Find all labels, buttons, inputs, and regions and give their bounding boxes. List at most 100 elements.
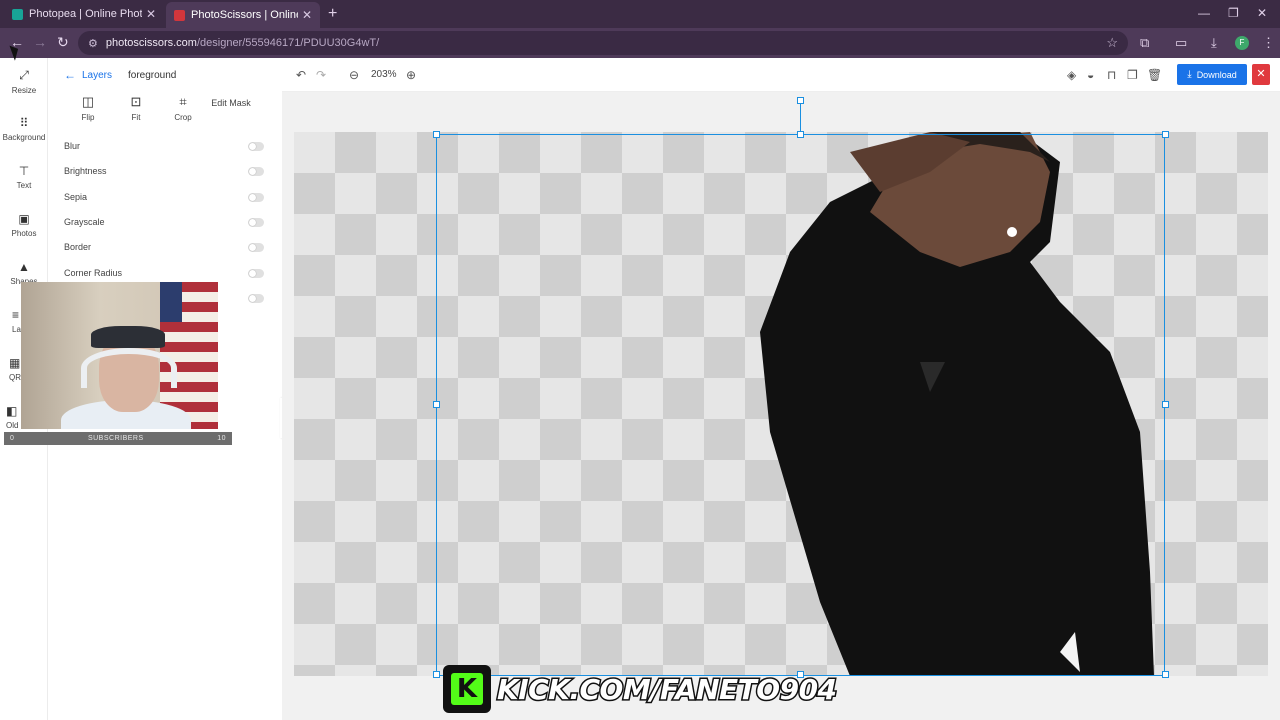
browser-chrome: Photopea | Online Photo Editor ✕ PhotoSc… [0,0,1280,58]
rotation-stem [800,100,801,134]
forward-icon[interactable]: → [33,34,47,50]
filter-corner-radius[interactable]: Corner Radius [64,263,264,283]
resize-icon: ⤢ [19,68,29,82]
restore-icon[interactable]: ❐ [1228,6,1239,20]
layers-label: Layers [82,69,113,81]
image-icon: ▣ [18,212,30,226]
crop-button[interactable]: ⌗ Crop [157,94,209,122]
trash-icon[interactable]: 🗑 [1147,68,1162,82]
undo-icon[interactable]: ↶ [296,68,306,82]
tab-photoscissors[interactable]: PhotoScissors | Online Backgro ✕ [166,2,320,28]
kick-banner: K KICK.COM/FANETO904 [443,664,839,714]
hidden-filter-toggle[interactable] [248,293,264,303]
window-close-icon[interactable]: ✕ [1257,6,1267,20]
filter-label: Border [64,242,92,252]
tool-label: Crop [174,113,192,122]
shapes-icon: ▲ [18,260,30,274]
rail-label: Photos [11,229,37,238]
filter-label: Corner Radius [64,268,123,278]
lock-icon[interactable]: ⊓ [1107,68,1116,82]
tab-label: Photopea | Online Photo Editor [29,8,142,20]
site-info-icon[interactable]: ⚙ [88,37,98,50]
zoom-out-icon[interactable]: ⊖ [349,68,359,82]
subscriber-goal-bar: 0 SUBSCRIBERS 10 [4,432,232,445]
url-path: /designer/555946171/PDUU30G4wT/ [196,37,380,49]
layer-name: foreground [128,70,177,81]
download-button[interactable]: ⤓ Download [1177,64,1247,85]
handle-top-right[interactable] [1162,131,1169,138]
tool-label: Fit [131,113,141,122]
tab-close-icon[interactable]: ✕ [302,8,312,22]
redo-icon[interactable]: ↷ [316,68,326,82]
fit-button[interactable]: ⊡ Fit [110,94,162,122]
download-icon[interactable]: ⤓ [1211,35,1217,51]
profile-avatar[interactable]: F [1235,36,1249,50]
zoom-level: 203% [371,69,397,80]
tab-close-icon[interactable]: ✕ [146,7,156,21]
border-toggle[interactable] [248,242,264,252]
handle-right[interactable] [1162,401,1169,408]
canvas-workspace [282,92,1280,720]
opacity-icon[interactable]: ◒ [1087,68,1094,82]
filter-brightness[interactable]: Brightness [64,161,264,181]
rail-item-photos[interactable]: ▣ Photos [0,212,48,238]
filter-label: Blur [64,141,81,151]
filter-border[interactable]: Border [64,237,264,257]
close-editor-button[interactable]: ✕ [1252,64,1270,85]
address-bar[interactable]: ⚙ photoscissors.com/designer/555946171/P… [78,31,1128,55]
zoom-in-icon[interactable]: ⊕ [406,68,416,82]
duplicate-icon[interactable]: ❐ [1127,68,1138,82]
filter-label: Sepia [64,192,88,202]
minimize-icon[interactable]: — [1198,6,1210,20]
reload-icon[interactable]: ↻ [57,34,69,51]
rail-item-background[interactable]: ⠿ Background [0,116,48,142]
download-label: Download [1196,69,1237,80]
menu-icon[interactable]: ⋮ [1262,35,1275,51]
handle-bottom-left[interactable] [433,671,440,678]
corner-radius-toggle[interactable] [248,268,264,278]
tab-photopea[interactable]: Photopea | Online Photo Editor ✕ [4,3,164,25]
filter-sepia[interactable]: Sepia [64,187,264,207]
handle-top-left[interactable] [433,131,440,138]
download-icon: ⤓ [1187,69,1192,80]
selection-box[interactable] [436,134,1165,676]
layers-back-link[interactable]: ← Layers [64,68,112,82]
rail-label: Resize [11,86,37,95]
handle-top[interactable] [797,131,804,138]
arrow-left-icon: ← [64,68,76,82]
photopea-favicon-icon [12,8,23,20]
tab-label: PhotoScissors | Online Backgro [191,9,298,21]
rail-item-resize[interactable]: ⤢ Resize [0,68,48,95]
bookmark-star-icon[interactable]: ☆ [1106,35,1118,51]
filter-grayscale[interactable]: Grayscale [64,212,264,232]
flip-button[interactable]: ◫ Flip [62,94,114,122]
handle-bottom-right[interactable] [1162,671,1169,678]
cast-icon[interactable]: ▭ [1175,35,1187,51]
kick-url: KICK.COM/FANETO904 [496,671,839,707]
rail-item-text[interactable]: ⊤ Text [0,164,48,190]
subscriber-goal-label: SUBSCRIBERS [87,435,144,442]
sepia-toggle[interactable] [248,192,264,202]
edit-mask-button[interactable]: Edit Mask [205,98,257,109]
subscriber-goal-max: 10 [217,435,226,442]
grayscale-toggle[interactable] [248,217,264,227]
editor-toolbar: ↶ ↷ ⊖ 203% ⊕ ◈ ◒ ⊓ ❐ 🗑 ⤓ Download ✕ [282,58,1280,92]
brightness-toggle[interactable] [248,166,264,176]
headset-icon [81,348,177,388]
filter-blur[interactable]: Blur [64,136,264,156]
filter-label: Brightness [64,166,107,176]
subscriber-goal-min: 0 [10,435,15,442]
extensions-icon[interactable]: ⧉ [1140,35,1149,51]
tool-label: Edit Mask [211,98,251,108]
rail-label: Old [6,421,19,430]
rotate-handle[interactable] [797,97,804,104]
flag-canton [160,282,182,322]
url-text: photoscissors.com/designer/555946171/PDU… [106,37,379,49]
flip-icon: ◫ [81,94,95,109]
blur-toggle[interactable] [248,141,264,151]
handle-left[interactable] [433,401,440,408]
rail-label: La [12,325,21,334]
layers-stack-icon[interactable]: ◈ [1067,68,1076,82]
rail-label: QR [9,373,21,382]
new-tab-icon[interactable]: + [328,5,337,23]
